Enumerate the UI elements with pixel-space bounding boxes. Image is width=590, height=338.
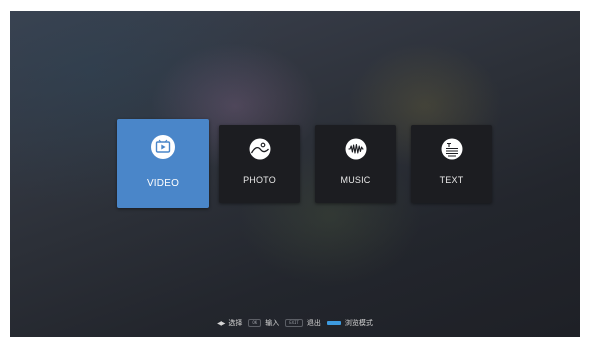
- ok-key-icon: OK: [248, 319, 262, 327]
- menu-item-label: PHOTO: [243, 175, 276, 185]
- video-play-icon: [151, 135, 175, 159]
- hint-select-label: 选择: [228, 319, 243, 327]
- photo-landscape-icon: [249, 138, 270, 160]
- text-document-icon: [441, 138, 462, 160]
- hint-browse-mode: 浏览模式: [326, 318, 373, 328]
- music-waveform-icon: [345, 138, 366, 160]
- hint-enter: OK 输入: [248, 318, 279, 328]
- menu-item-label: TEXT: [439, 175, 464, 185]
- left-right-arrows-icon: ◀▶: [217, 319, 225, 327]
- menu-item-video[interactable]: VIDEO: [117, 119, 209, 208]
- blue-key-icon: [326, 321, 341, 325]
- menu-item-label: MUSIC: [340, 175, 371, 185]
- menu-item-music[interactable]: MUSIC: [315, 125, 396, 203]
- hint-browse-label: 浏览模式: [344, 319, 373, 327]
- hint-exit: EXIT 退出: [285, 318, 321, 328]
- key-hint-bar: ◀▶ 选择 OK 输入 EXIT 退出 浏览模式: [10, 316, 580, 330]
- hint-exit-label: 退出: [306, 319, 321, 327]
- exit-key-icon: EXIT: [285, 319, 303, 327]
- menu-item-photo[interactable]: PHOTO: [219, 125, 300, 203]
- menu-item-text[interactable]: TEXT: [411, 125, 492, 203]
- menu-item-label: VIDEO: [146, 178, 180, 189]
- hint-select: ◀▶ 选择: [217, 318, 242, 328]
- hint-enter-label: 输入: [265, 319, 280, 327]
- media-browser-screen: VIDEO PHOTO MUSIC TEXT ◀▶ 选择 OK 输入 EXIT …: [10, 11, 580, 337]
